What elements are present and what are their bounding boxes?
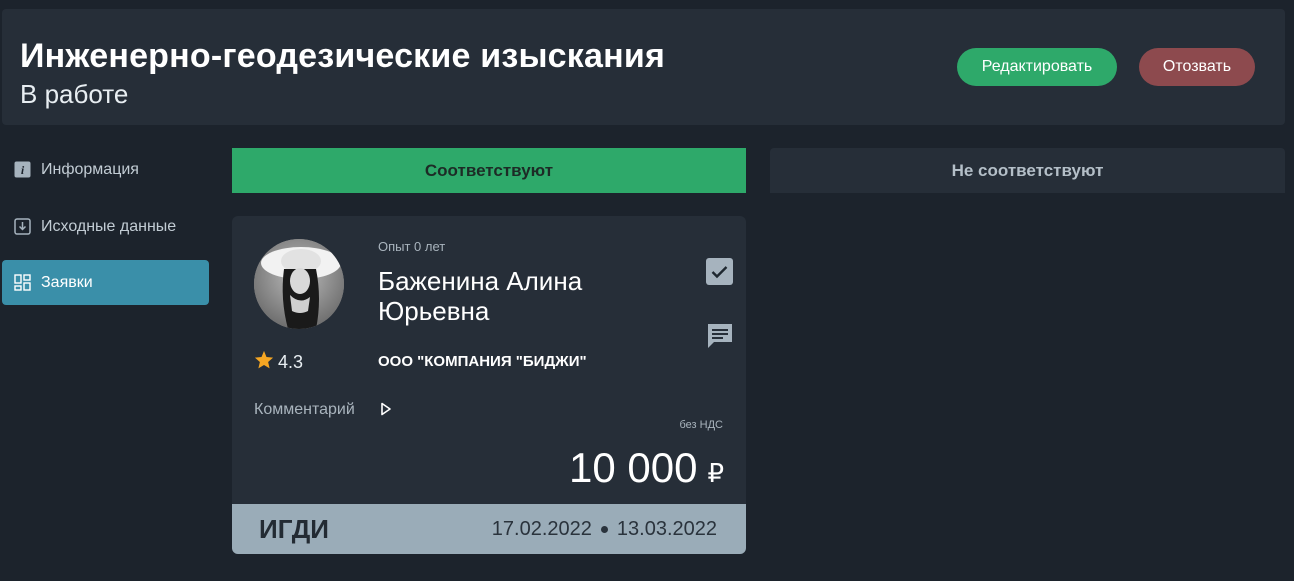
contractor-name: Баженина Алина Юрьевна [378,266,583,326]
star-icon [254,350,274,374]
chat-icon[interactable] [706,322,734,350]
work-type-code: ИГДИ [259,513,329,544]
price: 10 000 ₽ [569,444,724,492]
company-name: ООО "КОМПАНИЯ "БИДЖИ" [378,353,587,370]
price-value: 10 000 [568,444,698,491]
bid-card: 4.3 Опыт 0 лет Баженина Алина Юрьевна ОО… [232,216,746,554]
dot-separator [600,525,608,533]
experience-text: Опыт 0 лет [378,239,446,254]
sidebar-item-label: Заявки [41,273,93,291]
sidebar-item-source-data[interactable]: Исходные данные [2,204,209,249]
comment-toggle[interactable]: Комментарий [254,401,355,419]
card-footer: ИГДИ 17.02.2022 13.03.2022 [232,504,746,554]
download-icon [13,218,31,236]
edit-button[interactable]: Редактировать [957,48,1117,86]
info-icon: i [13,161,31,179]
tab-match[interactable]: Соответствуют [232,148,746,193]
date-end: 13.03.2022 [616,517,717,540]
status-text: В работе [20,79,129,109]
rating: 4.3 [254,350,303,374]
sidebar-item-info[interactable]: i Информация [2,147,209,192]
page-header: Инженерно-геодезические изыскания В рабо… [2,9,1285,125]
sidebar-item-label: Исходные данные [41,217,177,235]
sidebar-item-label: Информация [41,160,139,178]
select-checkbox[interactable] [706,258,733,285]
date-range: 17.02.2022 13.03.2022 [492,518,717,541]
withdraw-button[interactable]: Отозвать [1139,48,1255,86]
grid-icon [13,274,31,292]
date-start: 17.02.2022 [491,517,592,540]
page-title: Инженерно-геодезические изыскания [20,37,665,75]
sidebar-item-bids[interactable]: Заявки [2,260,209,305]
play-arrow-icon[interactable] [380,402,392,416]
check-icon [711,265,728,278]
currency-symbol: ₽ [707,458,724,488]
vat-note: без НДС [679,419,724,431]
rating-value: 4.3 [278,351,304,372]
tab-nomatch[interactable]: Не соответствуют [770,148,1285,193]
avatar [254,239,344,329]
